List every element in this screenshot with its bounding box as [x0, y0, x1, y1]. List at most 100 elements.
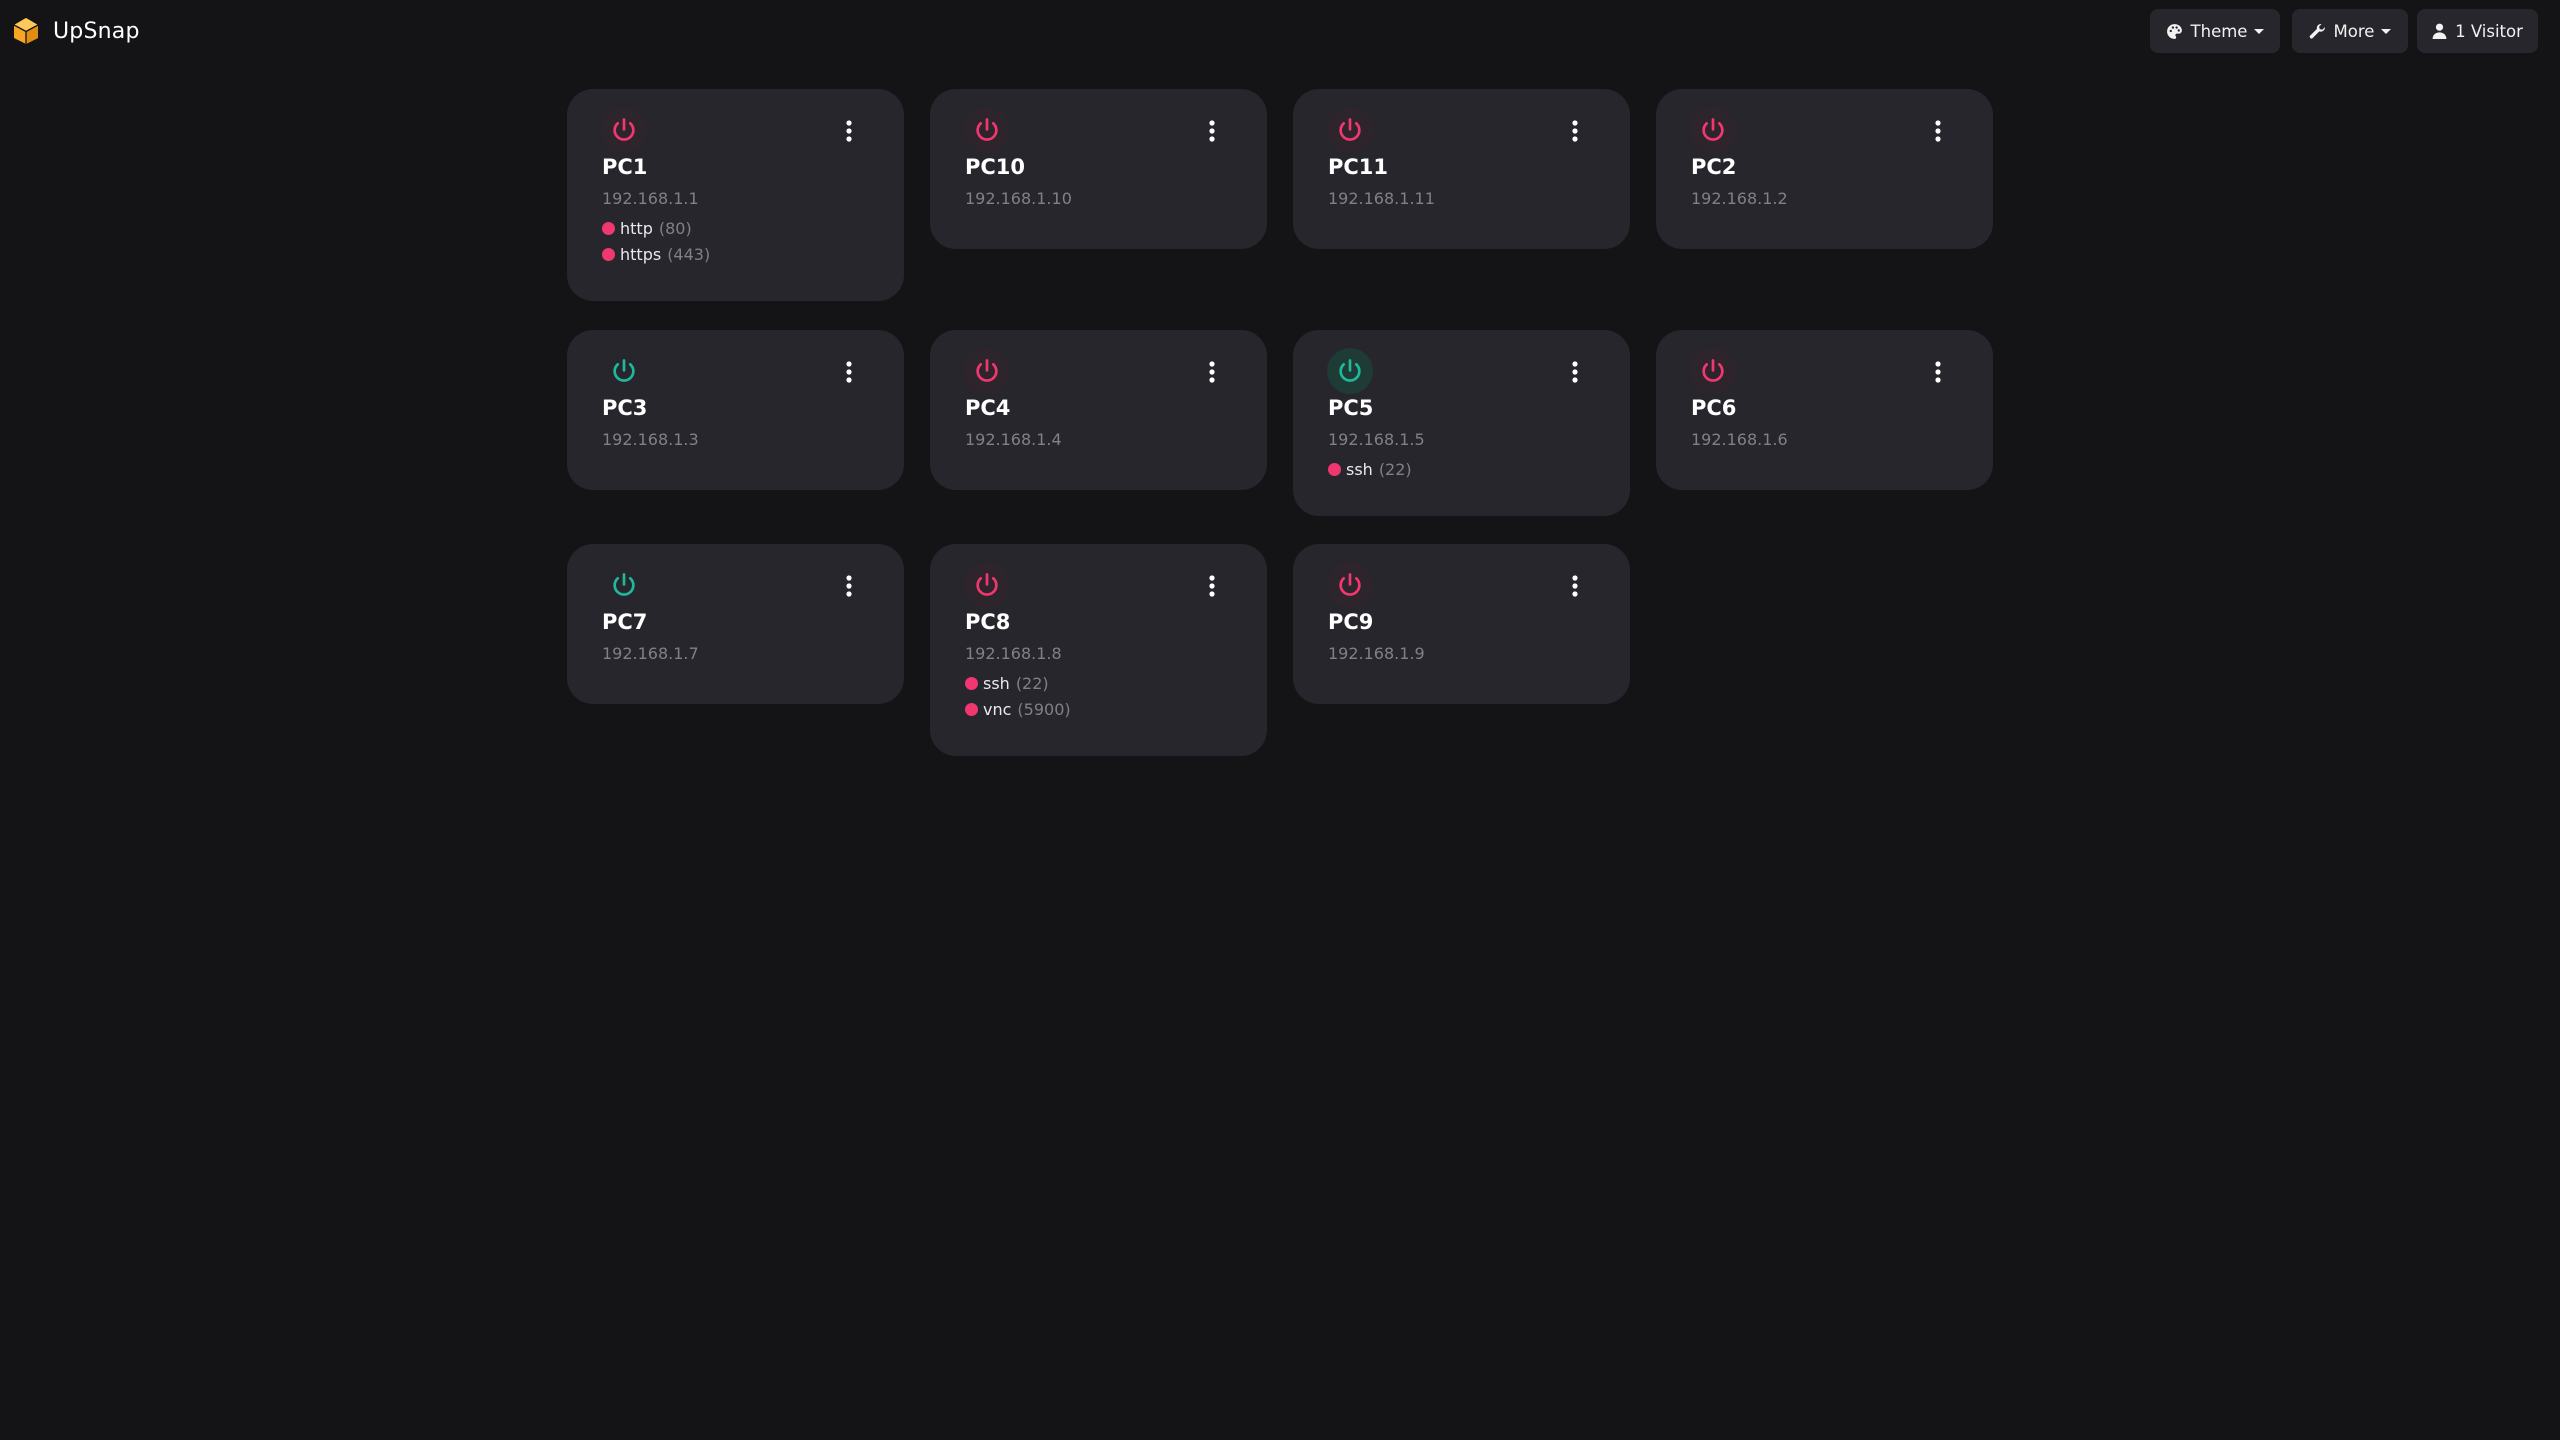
power-button[interactable] [1327, 107, 1373, 153]
wrench-icon [2309, 23, 2325, 38]
theme-dropdown-button[interactable]: Theme [2150, 9, 2280, 53]
power-icon [976, 359, 998, 382]
navbar: UpSnap Theme More 1 Visitor [0, 0, 2560, 62]
device-menu-button[interactable] [1192, 111, 1232, 151]
device-menu-button[interactable] [1555, 352, 1595, 392]
more-vertical-icon [1209, 361, 1215, 383]
device-card[interactable]: PC11 192.168.1.11 [1293, 89, 1630, 249]
port-number: (22) [1378, 459, 1412, 479]
device-name: PC5 [1328, 396, 1374, 420]
device-name: PC8 [965, 610, 1011, 634]
palette-icon [2166, 23, 2182, 39]
device-card[interactable]: PC3 192.168.1.3 [567, 330, 904, 490]
power-icon [976, 118, 998, 141]
power-button[interactable] [964, 562, 1010, 608]
chevron-down-icon [2254, 28, 2265, 34]
device-ip: 192.168.1.8 [965, 644, 1062, 663]
chevron-down-icon [2381, 28, 2392, 34]
more-dropdown-button[interactable]: More [2292, 9, 2408, 53]
power-button[interactable] [964, 107, 1010, 153]
brand-home-link[interactable]: UpSnap [12, 12, 140, 50]
device-name: PC9 [1328, 610, 1374, 634]
power-icon [1702, 359, 1724, 382]
power-icon [1339, 573, 1361, 596]
power-button[interactable] [1327, 348, 1373, 394]
port-item[interactable]: https (443) [602, 241, 710, 267]
device-ip: 192.168.1.2 [1691, 189, 1788, 208]
port-status-dot [602, 247, 615, 261]
device-menu-button[interactable] [829, 352, 869, 392]
device-menu-button[interactable] [1555, 111, 1595, 151]
power-button[interactable] [1690, 348, 1736, 394]
device-menu-button[interactable] [1192, 566, 1232, 606]
power-button[interactable] [601, 562, 647, 608]
device-menu-button[interactable] [829, 111, 869, 151]
port-item[interactable]: vnc (5900) [965, 696, 1071, 722]
port-name: https [620, 244, 662, 264]
device-ip: 192.168.1.3 [602, 430, 699, 449]
device-menu-button[interactable] [1555, 566, 1595, 606]
device-name: PC11 [1328, 155, 1389, 179]
more-vertical-icon [846, 361, 852, 383]
power-icon [613, 118, 635, 141]
port-list: ssh (22) [1328, 456, 1412, 482]
port-item[interactable]: http (80) [602, 215, 710, 241]
port-status-dot [602, 221, 615, 235]
port-item[interactable]: ssh (22) [1328, 456, 1412, 482]
power-button[interactable] [964, 348, 1010, 394]
power-button[interactable] [601, 107, 647, 153]
more-vertical-icon [846, 575, 852, 597]
device-card[interactable]: PC10 192.168.1.10 [930, 89, 1267, 249]
device-ip: 192.168.1.10 [965, 189, 1072, 208]
visitor-button[interactable]: 1 Visitor [2417, 9, 2538, 53]
device-menu-button[interactable] [1918, 352, 1958, 392]
upsnap-logo-icon [13, 18, 39, 44]
device-menu-button[interactable] [1918, 111, 1958, 151]
device-ip: 192.168.1.5 [1328, 430, 1425, 449]
port-status-dot [1328, 462, 1341, 476]
port-number: (22) [1015, 673, 1049, 693]
device-menu-button[interactable] [1192, 352, 1232, 392]
port-status-dot [965, 702, 978, 716]
more-vertical-icon [1572, 575, 1578, 597]
device-menu-button[interactable] [829, 566, 869, 606]
user-icon [2432, 23, 2447, 39]
device-card[interactable]: PC1 192.168.1.1 http (80) https (443) [567, 89, 904, 301]
port-status-dot [965, 676, 978, 690]
more-vertical-icon [1572, 120, 1578, 142]
device-card[interactable]: PC9 192.168.1.9 [1293, 544, 1630, 704]
more-vertical-icon [846, 120, 852, 142]
port-list: http (80) https (443) [602, 215, 710, 267]
more-vertical-icon [1209, 120, 1215, 142]
power-icon [976, 573, 998, 596]
port-item[interactable]: ssh (22) [965, 670, 1071, 696]
device-card[interactable]: PC8 192.168.1.8 ssh (22) vnc (5900) [930, 544, 1267, 756]
device-ip: 192.168.1.9 [1328, 644, 1425, 663]
device-name: PC10 [965, 155, 1026, 179]
theme-label: Theme [2190, 21, 2248, 41]
power-icon [1339, 118, 1361, 141]
port-number: (443) [667, 244, 711, 264]
more-vertical-icon [1935, 120, 1941, 142]
device-ip: 192.168.1.11 [1328, 189, 1435, 208]
port-name: http [620, 218, 653, 238]
device-ip: 192.168.1.4 [965, 430, 1062, 449]
more-vertical-icon [1935, 361, 1941, 383]
port-name: ssh [983, 673, 1010, 693]
power-icon [1339, 359, 1361, 382]
power-button[interactable] [1690, 107, 1736, 153]
power-button[interactable] [1327, 562, 1373, 608]
device-name: PC3 [602, 396, 648, 420]
device-ip: 192.168.1.7 [602, 644, 699, 663]
device-card[interactable]: PC5 192.168.1.5 ssh (22) [1293, 330, 1630, 516]
port-number: (5900) [1017, 699, 1071, 719]
device-card[interactable]: PC7 192.168.1.7 [567, 544, 904, 704]
device-ip: 192.168.1.6 [1691, 430, 1788, 449]
device-name: PC6 [1691, 396, 1737, 420]
device-card[interactable]: PC4 192.168.1.4 [930, 330, 1267, 490]
device-card[interactable]: PC6 192.168.1.6 [1656, 330, 1993, 490]
power-icon [1702, 118, 1724, 141]
power-button[interactable] [601, 348, 647, 394]
port-name: vnc [983, 699, 1012, 719]
device-card[interactable]: PC2 192.168.1.2 [1656, 89, 1993, 249]
